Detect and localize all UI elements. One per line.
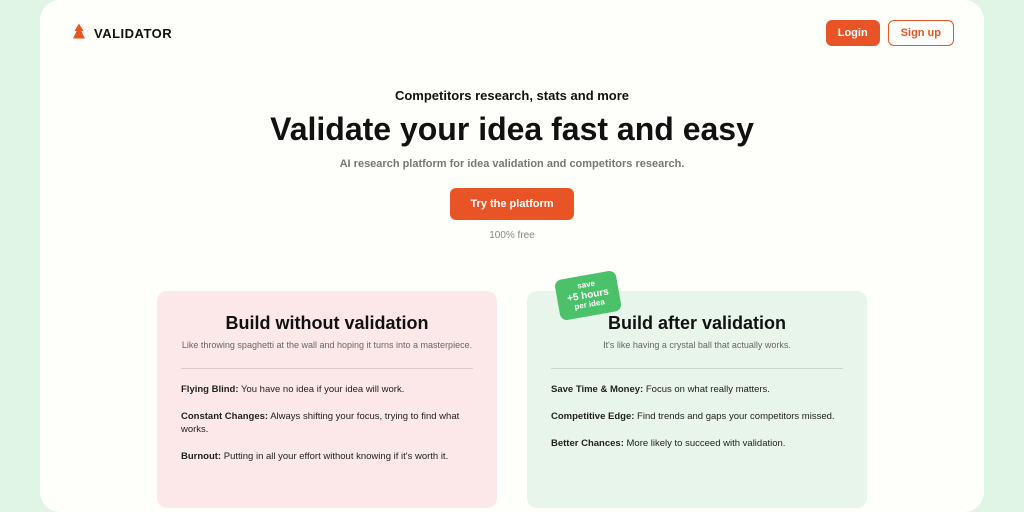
column-title: Build after validation bbox=[551, 313, 843, 334]
column-sub: It's like having a crystal ball that act… bbox=[551, 339, 843, 352]
login-button[interactable]: Login bbox=[826, 20, 880, 46]
brand-name: VALIDATOR bbox=[94, 26, 172, 41]
divider bbox=[551, 368, 843, 369]
list-item: Flying Blind: You have no idea if your i… bbox=[181, 383, 473, 396]
header: VALIDATOR Login Sign up bbox=[40, 20, 984, 46]
hero: Competitors research, stats and more Val… bbox=[40, 88, 984, 241]
list-item: Save Time & Money: Focus on what really … bbox=[551, 383, 843, 396]
column-sub: Like throwing spaghetti at the wall and … bbox=[181, 339, 473, 352]
logo-icon bbox=[70, 22, 88, 45]
list-item: Competitive Edge: Find trends and gaps y… bbox=[551, 410, 843, 423]
column-title: Build without validation bbox=[181, 313, 473, 334]
hero-title: Validate your idea fast and easy bbox=[40, 111, 984, 148]
signup-button[interactable]: Sign up bbox=[888, 20, 954, 46]
page-card: VALIDATOR Login Sign up Competitors rese… bbox=[40, 0, 984, 512]
divider bbox=[181, 368, 473, 369]
column-after-validation: save +5 hours per idea Build after valid… bbox=[527, 291, 867, 508]
compare-section: Build without validation Like throwing s… bbox=[40, 291, 984, 508]
hero-subtitle: Competitors research, stats and more bbox=[40, 88, 984, 103]
list-item: Burnout: Putting in all your effort with… bbox=[181, 450, 473, 463]
column-without-validation: Build without validation Like throwing s… bbox=[157, 291, 497, 508]
list-item: Better Chances: More likely to succeed w… bbox=[551, 437, 843, 450]
nav-actions: Login Sign up bbox=[826, 20, 954, 46]
hero-tagline: AI research platform for idea validation… bbox=[40, 158, 984, 170]
list-item: Constant Changes: Always shifting your f… bbox=[181, 410, 473, 437]
hero-note: 100% free bbox=[40, 230, 984, 241]
brand: VALIDATOR bbox=[70, 22, 172, 45]
cta-button[interactable]: Try the platform bbox=[450, 188, 573, 220]
